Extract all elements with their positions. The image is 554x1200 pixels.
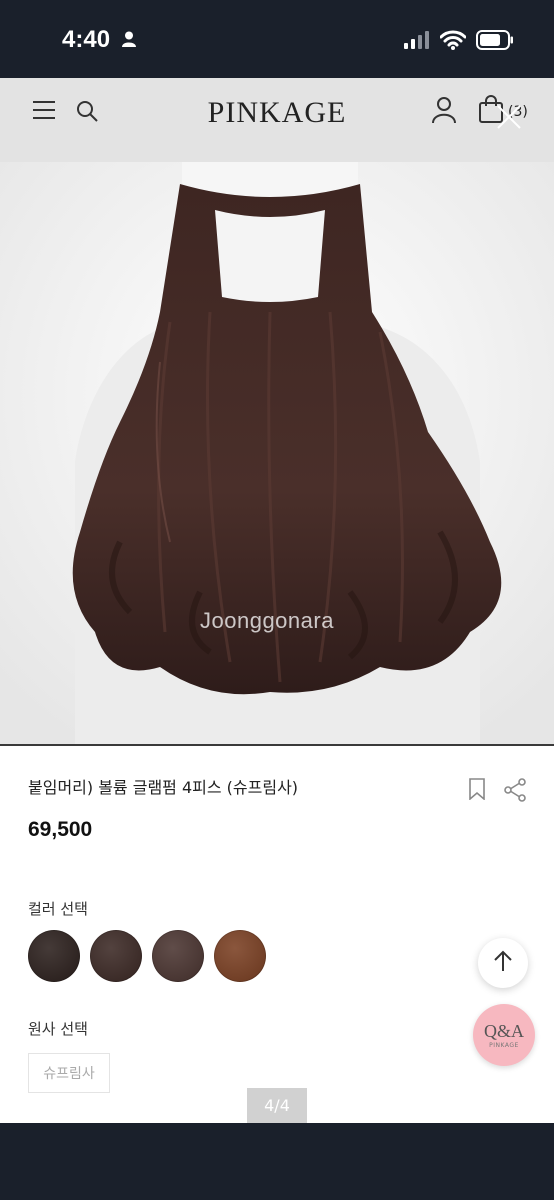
bookmark-icon[interactable] (468, 778, 486, 804)
hair-extension-photo (0, 162, 554, 744)
arrow-up-icon (493, 950, 513, 976)
color-swatch-1[interactable] (28, 930, 80, 982)
share-icon[interactable] (503, 778, 527, 806)
scroll-to-top-button[interactable] (478, 938, 528, 988)
status-time: 4:40 (62, 26, 111, 53)
qa-button[interactable]: Q&A PINKAGE (473, 1004, 535, 1066)
color-swatch-4[interactable] (214, 930, 266, 982)
wifi-icon (439, 30, 467, 54)
product-price: 69,500 (28, 818, 93, 841)
color-swatch-3[interactable] (152, 930, 204, 982)
site-logo[interactable]: PINKAGE (0, 96, 554, 130)
origin-section-label: 원사 선택 (28, 1020, 88, 1038)
battery-icon (476, 30, 514, 54)
product-title: 붙임머리) 볼륨 글램펌 4피스 (슈프림사) (28, 778, 299, 797)
qa-label: Q&A (484, 1020, 524, 1041)
color-section-label: 컬러 선택 (28, 900, 88, 918)
color-swatches (28, 930, 266, 982)
qa-sub-label: PINKAGE (489, 1041, 519, 1049)
origin-option[interactable]: 슈프림사 (28, 1053, 110, 1093)
color-swatch-2[interactable] (90, 930, 142, 982)
account-icon[interactable] (432, 96, 456, 128)
image-divider (0, 744, 554, 746)
page-indicator: 4/4 (247, 1088, 307, 1123)
status-indicators (404, 30, 514, 54)
image-viewer[interactable]: PINKAGE (3) Joonggonara 붙임머리) 볼륨 글램펌 4피스… (0, 78, 554, 1123)
person-icon (122, 31, 136, 51)
cellular-signal-icon (404, 31, 430, 53)
status-bar: 4:40 (0, 0, 554, 78)
close-icon[interactable] (496, 104, 522, 134)
product-image[interactable]: Joonggonara (0, 162, 554, 744)
site-header: PINKAGE (3) (0, 78, 554, 162)
watermark: Joonggonara (200, 608, 334, 633)
